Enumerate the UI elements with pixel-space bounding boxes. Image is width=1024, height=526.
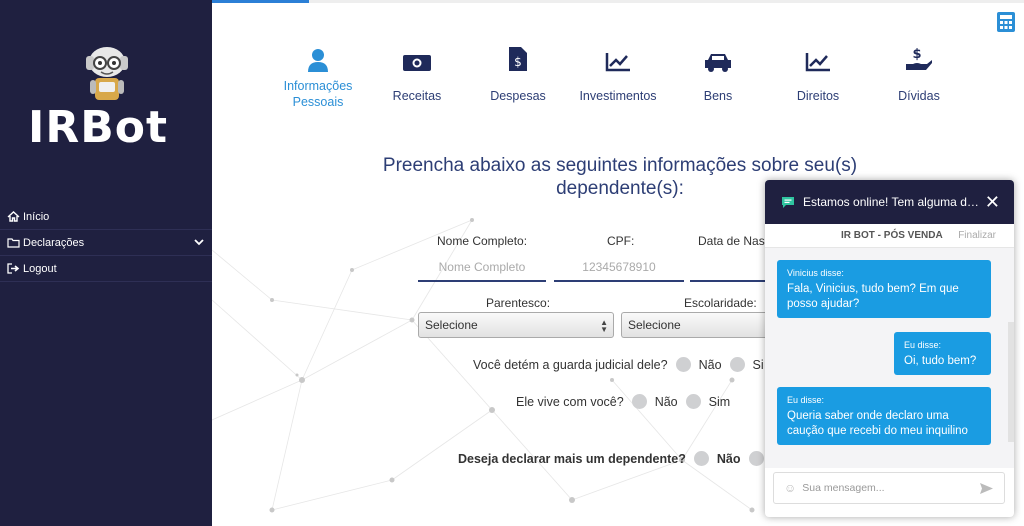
radio-label-nao: Não — [654, 394, 678, 409]
message-text: Fala, Vinicius, tudo bem? Em que posso a… — [787, 283, 959, 310]
chat-agent-name: IR BOT - PÓS VENDA — [841, 230, 943, 241]
step-label: Bens — [703, 89, 733, 103]
sidebar-item-label: Início — [23, 210, 50, 223]
chat-header[interactable]: Estamos online! Tem alguma dúvida? ✕ — [765, 180, 1014, 224]
hand-dollar-icon: $ — [906, 47, 932, 70]
message-author: Eu disse: — [904, 340, 942, 350]
message-text: Oi, tudo bem? — [904, 355, 977, 367]
sidebar: IRBot Início Declarações Logout — [0, 0, 212, 526]
radio-sim[interactable] — [685, 394, 701, 409]
svg-text:$: $ — [514, 55, 522, 69]
message-author: Vinicius disse: — [787, 268, 844, 278]
chat-widget: Estamos online! Tem alguma dúvida? ✕ IR … — [765, 180, 1014, 517]
radio-label-nao: Não — [716, 451, 741, 466]
chat-input-placeholder: Sua mensagem... — [802, 482, 885, 494]
radio-nao[interactable] — [675, 357, 691, 372]
step-label: Despesas — [490, 89, 546, 103]
step-direitos[interactable]: Direitos — [763, 42, 873, 104]
chat-title: Estamos online! Tem alguma dúvida? — [803, 195, 983, 209]
home-icon — [6, 211, 20, 223]
emoji-icon[interactable]: ☺ — [784, 481, 796, 495]
logo-text: IRBot — [28, 102, 169, 153]
data-nascimento-label: Data de Nasc — [698, 234, 765, 248]
radio-label-nao: Não — [698, 357, 722, 372]
escolaridade-label: Escolaridade: — [684, 296, 757, 310]
question-mais-um-dependente: Deseja declarar mais um dependente? Não … — [458, 451, 783, 466]
step-informacoes-pessoais[interactable]: Informações Pessoais — [263, 42, 373, 110]
question-guarda-judicial: Você detém a guarda judicial dele? Não S… — [473, 357, 764, 372]
close-icon[interactable]: ✕ — [985, 192, 1000, 213]
chart-line-icon — [805, 53, 830, 72]
radio-nao[interactable] — [631, 394, 647, 409]
cpf-label: CPF: — [607, 234, 635, 248]
chat-scrollbar[interactable] — [1008, 322, 1014, 442]
radio-sim[interactable] — [748, 451, 764, 466]
question-text: Ele vive com você? — [516, 394, 624, 409]
user-icon — [308, 49, 328, 72]
step-label: Investimentos — [579, 89, 657, 103]
chat-subheader: IR BOT - PÓS VENDA Finalizar — [765, 224, 1014, 248]
chat-message: Vinicius disse: Fala, Vinicius, tudo bem… — [777, 260, 991, 318]
step-bens[interactable]: Bens — [663, 42, 773, 104]
question-vive-com-voce: Ele vive com você? Não Sim — [516, 394, 730, 409]
send-icon[interactable] — [979, 482, 994, 495]
chat-bubble-icon — [782, 196, 794, 208]
question-text: Deseja declarar mais um dependente? — [458, 451, 686, 466]
sidebar-item-logout[interactable]: Logout — [0, 256, 212, 282]
robot-mascot-icon — [86, 47, 128, 100]
step-label: Direitos — [796, 89, 840, 103]
progress-bar — [212, 0, 1024, 3]
logo: IRBot — [22, 46, 192, 156]
sidebar-item-inicio[interactable]: Início — [0, 204, 212, 230]
parentesco-select[interactable]: Selecione ▲ ▼ — [418, 312, 614, 338]
step-navigation: Informações Pessoais Receitas $ Despesas… — [268, 42, 968, 122]
radio-sim[interactable] — [729, 357, 745, 372]
parentesco-label: Parentesco: — [486, 296, 551, 310]
radio-label-sim: Sim — [708, 394, 731, 409]
chat-message-input[interactable]: ☺ Sua mensagem... — [773, 472, 1005, 504]
radio-nao[interactable] — [693, 451, 709, 466]
chevron-down-icon[interactable] — [194, 237, 204, 249]
step-label: Informações Pessoais — [283, 79, 353, 109]
chart-line-icon — [605, 53, 630, 72]
heading-line-1: Preencha abaixo as seguintes informações… — [382, 155, 858, 176]
message-author: Eu disse: — [787, 395, 825, 405]
sidebar-item-label: Declarações — [23, 236, 85, 249]
money-icon — [403, 55, 431, 71]
message-text: Queria saber onde declaro uma caução que… — [787, 410, 968, 437]
escolaridade-selected-value: Selecione — [628, 318, 681, 332]
step-despesas[interactable]: $ Despesas — [463, 42, 573, 104]
finalize-chat-button[interactable]: Finalizar — [958, 230, 996, 241]
cpf-input[interactable] — [554, 254, 684, 282]
calculator-icon[interactable] — [996, 11, 1016, 33]
nome-label: Nome Completo: — [437, 234, 528, 248]
sign-out-icon — [6, 263, 20, 275]
sidebar-item-label: Logout — [23, 262, 57, 275]
svg-text:$: $ — [912, 47, 921, 62]
car-icon — [705, 54, 731, 72]
data-nascimento-input[interactable] — [690, 254, 765, 282]
nome-input[interactable] — [418, 254, 546, 282]
sidebar-nav: Início Declarações Logout — [0, 204, 212, 282]
step-investimentos[interactable]: Investimentos — [563, 42, 673, 104]
chat-message: Eu disse: Queria saber onde declaro uma … — [777, 387, 991, 445]
invoice-dollar-icon: $ — [509, 47, 527, 71]
radio-label-sim: Si — [752, 357, 764, 372]
select-arrows-icon: ▲ ▼ — [600, 318, 608, 334]
question-text: Você detém a guarda judicial dele? — [473, 357, 668, 372]
chat-message: Eu disse: Oi, tudo bem? — [894, 332, 991, 375]
escolaridade-select[interactable]: Selecione — [621, 312, 765, 338]
step-label: Dívidas — [898, 89, 940, 103]
chat-messages: Vinicius disse: Fala, Vinicius, tudo bem… — [765, 248, 1014, 468]
step-label: Receitas — [392, 89, 442, 103]
step-receitas[interactable]: Receitas — [362, 42, 472, 104]
parentesco-selected-value: Selecione — [425, 318, 478, 332]
progress-bar-fill — [212, 0, 310, 3]
sidebar-item-declaracoes[interactable]: Declarações — [0, 230, 212, 256]
step-dividas[interactable]: $ Dívidas — [864, 42, 974, 104]
folder-icon — [6, 237, 20, 249]
